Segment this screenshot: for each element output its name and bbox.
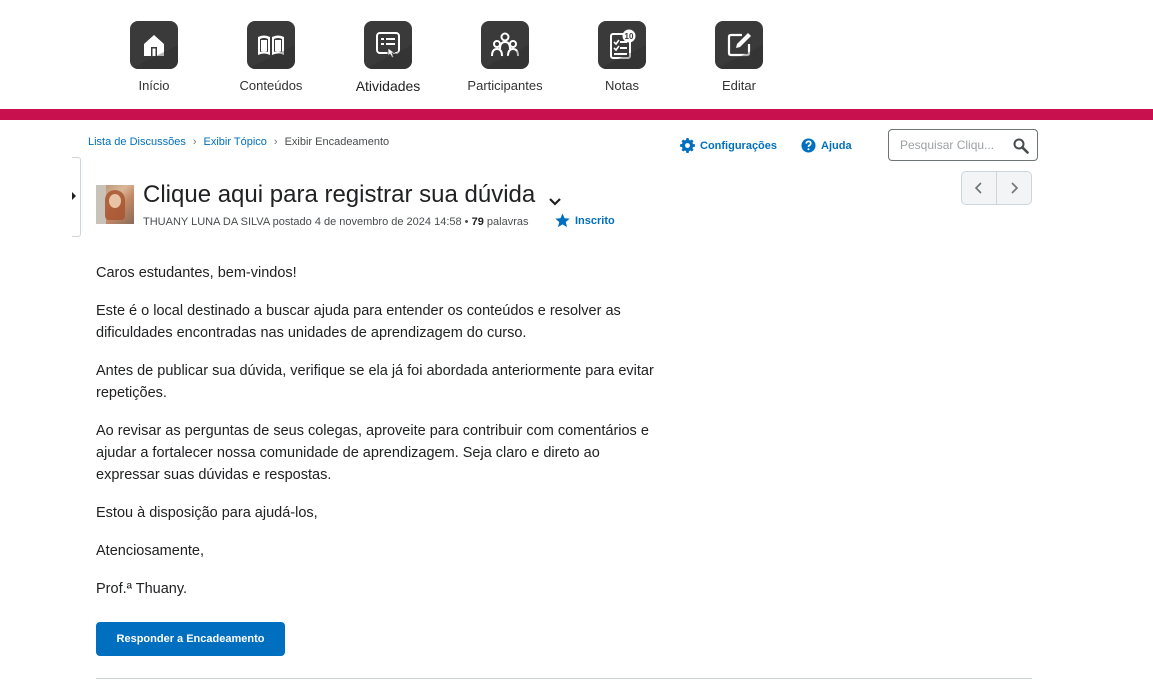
nav-label-conteudos: Conteúdos	[239, 78, 303, 93]
star-icon	[555, 213, 570, 228]
breadcrumb-separator: ›	[273, 136, 278, 148]
post-paragraph: Caros estudantes, bem-vindos!	[96, 265, 297, 281]
accent-bar	[0, 109, 1153, 120]
participants-icon	[481, 21, 529, 69]
breadcrumb-current: Exibir Encadeamento	[284, 136, 390, 148]
nav-label-atividades: Atividades	[355, 78, 421, 94]
post-paragraph: Este é o local destinado a buscar ajuda …	[96, 303, 621, 341]
grades-badge: 10	[625, 32, 634, 41]
side-panel-toggle[interactable]	[72, 157, 81, 237]
thread-title: Clique aqui para registrar sua dúvida	[143, 181, 536, 208]
help-icon	[801, 138, 816, 153]
previous-thread-button[interactable]	[962, 172, 997, 204]
grades-icon: 10	[598, 21, 646, 69]
search-icon[interactable]	[1013, 138, 1029, 154]
author-name: THUANY LUNA DA SILVA	[143, 216, 270, 228]
gear-icon	[680, 138, 695, 153]
chevron-down-icon[interactable]	[548, 194, 562, 208]
nav-label-inicio: Início	[138, 78, 170, 93]
breadcrumb-link-discussions[interactable]: Lista de Discussões	[88, 136, 186, 148]
help-label: Ajuda	[821, 139, 852, 152]
breadcrumb-link-topic[interactable]: Exibir Tópico	[204, 136, 267, 148]
search-input[interactable]	[900, 138, 1010, 152]
nav-label-participantes: Participantes	[467, 78, 543, 93]
word-count: 79	[471, 216, 484, 228]
author-avatar[interactable]	[96, 185, 134, 224]
edit-icon	[715, 21, 763, 69]
search-box	[888, 129, 1038, 161]
nav-item-editar[interactable]: Editar	[684, 21, 794, 93]
nav-item-inicio[interactable]: Início	[99, 21, 209, 93]
nav-label-notas: Notas	[605, 78, 639, 93]
post-body: Caros estudantes, bem-vindos! Este é o l…	[96, 262, 666, 616]
activities-icon	[364, 21, 412, 69]
help-link[interactable]: Ajuda	[801, 138, 852, 153]
book-icon	[247, 21, 295, 69]
post-paragraph: Estou à disposição para ajudá-los,	[96, 505, 318, 521]
breadcrumb-separator: ›	[192, 136, 197, 148]
chevron-left-icon	[974, 182, 982, 194]
settings-link[interactable]: Configurações	[680, 138, 777, 153]
post-paragraph: Atenciosamente,	[96, 543, 205, 559]
nav-item-atividades[interactable]: Atividades	[333, 21, 443, 94]
posted-date: postado 4 de novembro de 2024 14:58	[272, 216, 462, 228]
reply-thread-button[interactable]: Responder a Encadeamento	[96, 622, 285, 656]
subscribed-label: Inscrito	[575, 214, 615, 227]
meta-bullet: •	[464, 216, 469, 228]
thread-meta: THUANY LUNA DA SILVA postado 4 de novemb…	[143, 216, 528, 228]
expand-arrow-icon	[72, 192, 76, 200]
thread-pager	[961, 171, 1032, 205]
nav-label-editar: Editar	[722, 78, 756, 93]
next-thread-button[interactable]	[997, 172, 1031, 204]
nav-item-participantes[interactable]: Participantes	[450, 21, 560, 93]
section-divider	[96, 678, 1032, 679]
top-navbar: Início Conteúdos Atividades Participante…	[0, 0, 1153, 109]
subscribe-toggle[interactable]: Inscrito	[555, 213, 615, 228]
words-label: palavras	[486, 216, 529, 228]
chevron-right-icon	[1011, 182, 1019, 194]
post-paragraph: Antes de publicar sua dúvida, verifique …	[96, 363, 654, 401]
post-paragraph: Prof.ª Thuany.	[96, 581, 188, 597]
nav-item-conteudos[interactable]: Conteúdos	[216, 21, 326, 93]
home-icon	[130, 21, 178, 69]
nav-item-notas[interactable]: 10 Notas	[567, 21, 677, 93]
breadcrumb: Lista de Discussões › Exibir Tópico › Exibir…	[88, 136, 389, 148]
settings-label: Configurações	[700, 139, 778, 152]
post-paragraph: Ao revisar as perguntas de seus colegas,…	[96, 423, 649, 483]
